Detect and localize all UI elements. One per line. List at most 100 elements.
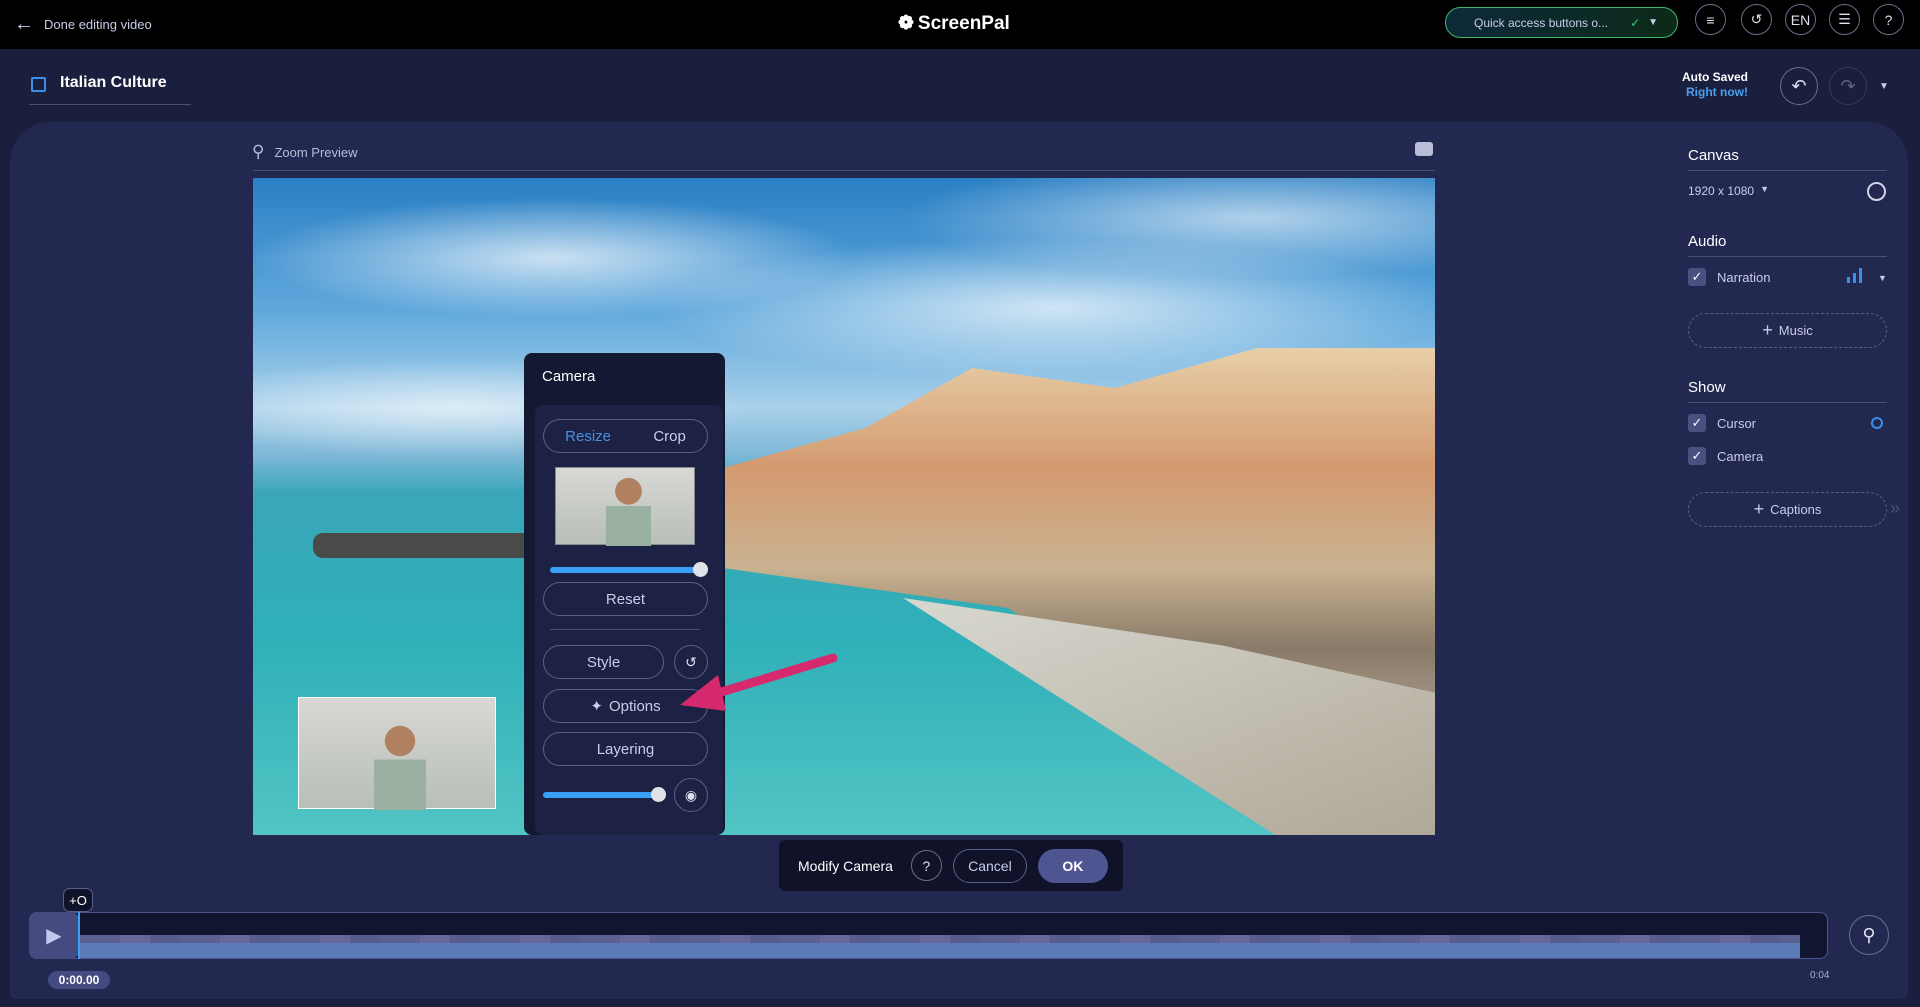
check-icon: ✓: [1630, 15, 1641, 30]
camera-panel: Camera Resize Crop Reset Style ↺ ✦ Option…: [524, 353, 725, 835]
plus-icon: +: [1753, 499, 1765, 519]
video-track: [80, 943, 1800, 958]
ok-label: OK: [1062, 857, 1084, 874]
language-button[interactable]: EN: [1785, 4, 1816, 35]
opacity-slider[interactable]: [543, 787, 666, 802]
music-label: Music: [1778, 323, 1813, 338]
canvas-size-dropdown[interactable]: 1920 x 1080 ▼: [1688, 184, 1769, 198]
undo-button[interactable]: ↶: [1780, 67, 1818, 105]
camera-overlay[interactable]: [298, 697, 496, 810]
pier: [313, 533, 533, 558]
screenshot-camera-icon[interactable]: [1415, 142, 1433, 156]
reset-label: Reset: [605, 590, 646, 608]
camera-label: Camera: [1717, 449, 1764, 464]
logo: ❁ ScreenPal: [898, 12, 1010, 35]
person: [374, 718, 426, 810]
autosave-label: Auto Saved: [1681, 70, 1748, 84]
plus-icon: +: [1762, 320, 1773, 340]
opacity-slider-handle[interactable]: [651, 787, 666, 802]
highlight-arrow: [680, 653, 838, 711]
style-label: Style: [586, 653, 621, 671]
done-editing-label: Done editing video: [44, 17, 152, 32]
quick-access-label: Quick access buttons o...: [1474, 15, 1609, 30]
redo-button[interactable]: ↷: [1829, 67, 1867, 105]
history-button[interactable]: ↺: [1741, 4, 1772, 35]
cancel-label: Cancel: [968, 857, 1012, 874]
language-label: EN: [1790, 11, 1811, 28]
current-time-label: 0:00.00: [58, 973, 100, 987]
camera-thumbnail: [555, 467, 695, 546]
play-button[interactable]: ▶: [29, 912, 79, 959]
cursor-label: Cursor: [1717, 416, 1757, 431]
cursor-checkbox[interactable]: ✓: [1688, 414, 1706, 432]
camera-checkbox[interactable]: ✓: [1688, 447, 1706, 465]
style-button[interactable]: Style: [543, 645, 664, 679]
layering-label: Layering: [596, 740, 655, 758]
resize-crop-toggle: Resize Crop: [543, 419, 708, 453]
layers-button[interactable]: ☰: [1829, 4, 1860, 35]
show-divider: [1688, 402, 1887, 403]
logo-icon: ❁: [898, 13, 914, 34]
show-heading: Show: [1688, 379, 1726, 396]
caret-down-icon: ▼: [1760, 184, 1769, 194]
options-label: Options: [608, 697, 661, 715]
canvas-heading: Canvas: [1688, 147, 1739, 164]
magic-wand-icon: ✦: [590, 698, 603, 715]
thumbnail-person: [606, 473, 651, 546]
done-editing-button[interactable]: ← Done editing video: [14, 13, 152, 36]
narration-label: Narration: [1717, 270, 1771, 285]
cancel-button[interactable]: Cancel: [952, 848, 1027, 883]
history-caret-icon[interactable]: ▼: [1879, 81, 1889, 92]
zoom-preview-label: Zoom Preview: [274, 144, 358, 160]
help-label: ?: [922, 857, 931, 874]
cursor-settings-icon[interactable]: [1871, 417, 1883, 429]
project-title: Italian Culture: [60, 74, 167, 91]
help-button[interactable]: ?: [1873, 4, 1904, 35]
narration-caret-icon[interactable]: ▼: [1878, 273, 1887, 283]
checklist-button[interactable]: ≡: [1695, 4, 1726, 35]
canvas-divider: [1688, 170, 1887, 171]
modify-camera-label: Modify Camera: [798, 857, 893, 874]
autosave-time: Right now!: [1686, 85, 1748, 99]
volume-icon[interactable]: [1847, 268, 1862, 283]
size-slider-handle[interactable]: [693, 562, 708, 577]
background-color-button[interactable]: [1867, 182, 1886, 201]
captions-label: Captions: [1770, 502, 1822, 517]
camera-panel-title: Camera: [542, 368, 596, 385]
audio-divider: [1688, 256, 1887, 257]
modify-camera-bar: Modify Camera ? Cancel OK: [779, 840, 1123, 891]
narration-checkbox[interactable]: ✓: [1688, 268, 1706, 286]
size-slider[interactable]: [550, 562, 708, 577]
ok-button[interactable]: OK: [1037, 848, 1108, 883]
layering-button[interactable]: Layering: [543, 732, 708, 766]
autosave-status: Auto Saved Right now!: [1660, 70, 1748, 100]
add-captions-button[interactable]: + Captions: [1688, 492, 1887, 527]
tab-crop[interactable]: Crop: [653, 428, 686, 445]
playhead[interactable]: [78, 912, 80, 959]
zoom-in-icon: ⚲: [252, 142, 265, 161]
add-marker-button[interactable]: +O: [63, 888, 93, 912]
marker-label: +O: [69, 892, 87, 908]
timeline[interactable]: [29, 912, 1828, 959]
tab-resize[interactable]: Resize: [565, 428, 611, 445]
audio-heading: Audio: [1688, 233, 1727, 250]
zoom-preview-button[interactable]: ⚲ Zoom Preview: [252, 142, 358, 162]
eye-slash-icon: ◉: [684, 786, 698, 803]
hide-camera-button[interactable]: ◉: [674, 778, 708, 812]
logo-text: ScreenPal: [917, 12, 1010, 34]
project-title-field[interactable]: Italian Culture: [29, 74, 191, 105]
caret-down-icon: ▼: [1648, 17, 1659, 28]
add-music-button[interactable]: + Music: [1688, 313, 1887, 348]
edit-icon: [31, 77, 46, 92]
current-time: 0:00.00: [48, 971, 110, 989]
timeline-zoom-button[interactable]: ⚲: [1849, 915, 1889, 955]
canvas-size-label: 1920 x 1080: [1688, 184, 1755, 198]
back-arrow-icon: ←: [14, 13, 34, 35]
quick-access-dropdown[interactable]: Quick access buttons o... ✓ ▼: [1445, 7, 1678, 38]
panel-divider: [550, 629, 700, 630]
modify-help-button[interactable]: ?: [910, 850, 942, 881]
collapse-sidebar-icon[interactable]: »: [1890, 498, 1900, 519]
reset-button[interactable]: Reset: [543, 582, 708, 616]
top-bar: ← Done editing video ❁ ScreenPal Quick ac…: [0, 0, 1920, 49]
end-time-label: 0:04: [1810, 970, 1830, 981]
